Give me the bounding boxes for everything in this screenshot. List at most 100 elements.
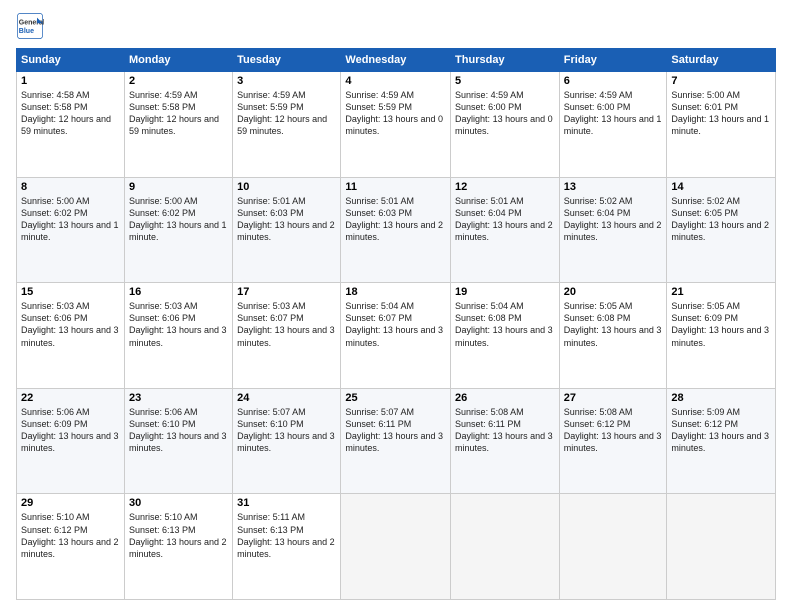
day-content: Sunrise: 5:01 AMSunset: 6:03 PMDaylight:… [237,195,336,244]
day-number: 7 [671,75,771,87]
calendar-cell: 9 Sunrise: 5:00 AMSunset: 6:02 PMDaylight… [124,177,232,283]
day-content: Sunrise: 5:04 AMSunset: 6:07 PMDaylight:… [345,300,446,349]
day-number: 21 [671,286,771,298]
day-number: 18 [345,286,446,298]
calendar-cell: 14 Sunrise: 5:02 AMSunset: 6:05 PMDayligh… [667,177,776,283]
calendar-cell: 17 Sunrise: 5:03 AMSunset: 6:07 PMDayligh… [233,283,341,389]
col-header-thursday: Thursday [451,49,560,72]
day-content: Sunrise: 5:10 AMSunset: 6:12 PMDaylight:… [21,511,120,560]
calendar-cell: 3 Sunrise: 4:59 AMSunset: 5:59 PMDaylight… [233,72,341,178]
svg-text:Blue: Blue [19,28,34,35]
day-content: Sunrise: 5:02 AMSunset: 6:05 PMDaylight:… [671,195,771,244]
day-number: 25 [345,392,446,404]
calendar-cell: 16 Sunrise: 5:03 AMSunset: 6:06 PMDayligh… [124,283,232,389]
day-number: 8 [21,181,120,193]
calendar-cell: 10 Sunrise: 5:01 AMSunset: 6:03 PMDayligh… [233,177,341,283]
calendar-cell: 4 Sunrise: 4:59 AMSunset: 5:59 PMDaylight… [341,72,451,178]
calendar-cell: 5 Sunrise: 4:59 AMSunset: 6:00 PMDaylight… [451,72,560,178]
col-header-monday: Monday [124,49,232,72]
calendar-cell [667,494,776,600]
day-number: 4 [345,75,446,87]
day-number: 26 [455,392,555,404]
col-header-saturday: Saturday [667,49,776,72]
calendar-cell: 6 Sunrise: 4:59 AMSunset: 6:00 PMDaylight… [559,72,667,178]
day-number: 19 [455,286,555,298]
day-number: 17 [237,286,336,298]
day-content: Sunrise: 5:10 AMSunset: 6:13 PMDaylight:… [129,511,228,560]
day-content: Sunrise: 5:08 AMSunset: 6:12 PMDaylight:… [564,406,663,455]
day-number: 23 [129,392,228,404]
day-number: 20 [564,286,663,298]
calendar-cell: 28 Sunrise: 5:09 AMSunset: 6:12 PMDayligh… [667,388,776,494]
day-content: Sunrise: 4:59 AMSunset: 5:58 PMDaylight:… [129,89,228,138]
day-content: Sunrise: 5:00 AMSunset: 6:02 PMDaylight:… [129,195,228,244]
logo: General Blue [16,12,44,40]
calendar-cell: 29Sunrise: 5:10 AMSunset: 6:12 PMDayligh… [17,494,125,600]
day-content: Sunrise: 4:59 AMSunset: 6:00 PMDaylight:… [564,89,663,138]
col-header-sunday: Sunday [17,49,125,72]
day-number: 30 [129,497,228,509]
calendar-cell: 1 Sunrise: 4:58 AMSunset: 5:58 PMDaylight… [17,72,125,178]
day-content: Sunrise: 5:11 AMSunset: 6:13 PMDaylight:… [237,511,336,560]
calendar-cell: 25 Sunrise: 5:07 AMSunset: 6:11 PMDayligh… [341,388,451,494]
calendar-cell: 20 Sunrise: 5:05 AMSunset: 6:08 PMDayligh… [559,283,667,389]
calendar-cell: 31 Sunrise: 5:11 AMSunset: 6:13 PMDayligh… [233,494,341,600]
col-header-tuesday: Tuesday [233,49,341,72]
day-content: Sunrise: 5:00 AMSunset: 6:01 PMDaylight:… [671,89,771,138]
day-content: Sunrise: 5:04 AMSunset: 6:08 PMDaylight:… [455,300,555,349]
calendar-cell: 23Sunrise: 5:06 AMSunset: 6:10 PMDayligh… [124,388,232,494]
page-header: General Blue [16,12,776,40]
day-number: 13 [564,181,663,193]
day-content: Sunrise: 5:05 AMSunset: 6:08 PMDaylight:… [564,300,663,349]
day-number: 31 [237,497,336,509]
day-content: Sunrise: 4:59 AMSunset: 5:59 PMDaylight:… [237,89,336,138]
day-number: 28 [671,392,771,404]
day-content: Sunrise: 5:03 AMSunset: 6:07 PMDaylight:… [237,300,336,349]
col-header-wednesday: Wednesday [341,49,451,72]
day-content: Sunrise: 5:01 AMSunset: 6:03 PMDaylight:… [345,195,446,244]
day-content: Sunrise: 5:03 AMSunset: 6:06 PMDaylight:… [21,300,120,349]
day-content: Sunrise: 5:09 AMSunset: 6:12 PMDaylight:… [671,406,771,455]
day-content: Sunrise: 5:07 AMSunset: 6:10 PMDaylight:… [237,406,336,455]
day-number: 6 [564,75,663,87]
calendar-cell: 21 Sunrise: 5:05 AMSunset: 6:09 PMDayligh… [667,283,776,389]
day-content: Sunrise: 4:58 AMSunset: 5:58 PMDaylight:… [21,89,120,138]
calendar-cell: 11 Sunrise: 5:01 AMSunset: 6:03 PMDayligh… [341,177,451,283]
day-content: Sunrise: 5:01 AMSunset: 6:04 PMDaylight:… [455,195,555,244]
calendar-cell: 30 Sunrise: 5:10 AMSunset: 6:13 PMDayligh… [124,494,232,600]
calendar-cell: 19 Sunrise: 5:04 AMSunset: 6:08 PMDayligh… [451,283,560,389]
day-number: 1 [21,75,120,87]
calendar-cell: 27 Sunrise: 5:08 AMSunset: 6:12 PMDayligh… [559,388,667,494]
day-number: 2 [129,75,228,87]
day-number: 5 [455,75,555,87]
day-content: Sunrise: 5:03 AMSunset: 6:06 PMDaylight:… [129,300,228,349]
day-number: 16 [129,286,228,298]
calendar-cell: 22 Sunrise: 5:06 AMSunset: 6:09 PMDayligh… [17,388,125,494]
calendar-table: SundayMondayTuesdayWednesdayThursdayFrid… [16,48,776,600]
day-content: Sunrise: 5:06 AMSunset: 6:09 PMDaylight:… [21,406,120,455]
day-number: 22 [21,392,120,404]
day-number: 11 [345,181,446,193]
calendar-cell: 12Sunrise: 5:01 AMSunset: 6:04 PMDayligh… [451,177,560,283]
day-number: 15 [21,286,120,298]
day-content: Sunrise: 5:05 AMSunset: 6:09 PMDaylight:… [671,300,771,349]
day-number: 14 [671,181,771,193]
calendar-cell [451,494,560,600]
day-content: Sunrise: 5:07 AMSunset: 6:11 PMDaylight:… [345,406,446,455]
day-number: 27 [564,392,663,404]
day-content: Sunrise: 4:59 AMSunset: 5:59 PMDaylight:… [345,89,446,138]
day-number: 10 [237,181,336,193]
calendar-cell: 15 Sunrise: 5:03 AMSunset: 6:06 PMDayligh… [17,283,125,389]
day-number: 3 [237,75,336,87]
calendar-cell: 13Sunrise: 5:02 AMSunset: 6:04 PMDayligh… [559,177,667,283]
calendar-cell [341,494,451,600]
day-number: 9 [129,181,228,193]
day-content: Sunrise: 5:08 AMSunset: 6:11 PMDaylight:… [455,406,555,455]
col-header-friday: Friday [559,49,667,72]
logo-icon: General Blue [16,12,44,40]
day-content: Sunrise: 5:00 AMSunset: 6:02 PMDaylight:… [21,195,120,244]
day-number: 24 [237,392,336,404]
calendar-cell: 26 Sunrise: 5:08 AMSunset: 6:11 PMDayligh… [451,388,560,494]
calendar-cell: 2 Sunrise: 4:59 AMSunset: 5:58 PMDaylight… [124,72,232,178]
day-content: Sunrise: 4:59 AMSunset: 6:00 PMDaylight:… [455,89,555,138]
